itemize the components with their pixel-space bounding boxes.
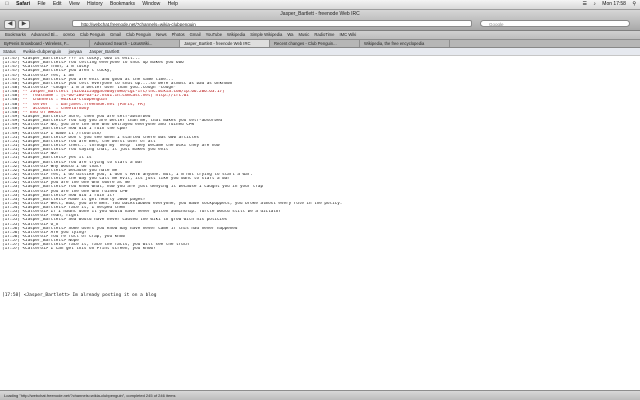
browser-tab[interactable]: Recent changes - Club Penguin... [270,40,360,47]
forward-button[interactable]: ▶ [18,20,30,29]
irc-window-tabs: Status #wikia-clubpenguin joeyaa Jasper_… [0,48,640,56]
bookmark-item[interactable]: Advanced Bl... [31,31,58,39]
bookmarks-bar: Bookmarks Advanced Bl... ooVoo Club Penguin… [0,31,640,40]
chat-input-line[interactable]: [17:58] <Jasper_Bartlett> Im already pos… [2,293,156,298]
address-bar[interactable]: http://webchat.freenode.net/?channels=wi… [72,20,472,27]
browser-tab[interactable]: Jasper_Bartlett - freenode Web IRC [180,40,270,47]
bookmark-item[interactable]: ooVoo [63,31,75,39]
title-bar: Jasper_Bartlett - freenode Web IRC ◀ ▶ ht… [0,10,640,31]
input-timestamp: 17:58 [4,293,19,298]
browser-tab[interactable]: ByPenis Snowboard - Wireless, F... [0,40,90,47]
irc-client: Status #wikia-clubpenguin joeyaa Jasper_… [0,48,640,389]
chat-log: [17:47] <Jasper_Bartlett> ??? is lucky, … [0,56,640,294]
volume-icon[interactable]: ♪ [593,0,596,9]
bookmark-item[interactable]: Photos [172,31,185,39]
bookmark-item[interactable]: YouTube [206,31,222,39]
irc-tab-query-joeyaa[interactable]: joeyaa [69,49,82,54]
menu-window[interactable]: Window [142,0,160,9]
apple-menu-icon[interactable]:  [5,0,9,9]
menu-view[interactable]: View [69,0,80,9]
status-bar: Loading "http://webchat.freenode.net/?ch… [0,390,640,400]
bookmark-item[interactable]: Bookmarks [5,31,26,39]
menu-edit[interactable]: Edit [53,0,62,9]
bookmark-item[interactable]: Club Penguin [80,31,105,39]
browser-tab[interactable]: Wikipedia, the free encyclopedia [360,40,450,47]
tab-bar: ByPenis Snowboard - Wireless, F... Advanc… [0,40,640,48]
bookmark-item[interactable]: Gmail [110,31,121,39]
wifi-icon[interactable]: ☰ [583,0,587,9]
menu-extras: ☰ ♪ Mon 17:58 ⚲ [578,0,636,9]
bookmark-item[interactable]: Club Penguin [126,31,151,39]
clock[interactable]: Mon 17:58 [602,0,626,9]
bookmark-item[interactable]: Gmail [190,31,201,39]
bookmark-item[interactable]: Wa [287,31,293,39]
chat-timestamp: 17:57 [4,247,18,252]
input-text: <Jasper_Bartlett> Im already posting it … [23,293,157,298]
bookmark-item[interactable]: Simple Wikipedia [250,31,282,39]
irc-tab-status[interactable]: Status [3,49,16,54]
irc-tab-query-jasper[interactable]: Jasper_Bartlett [89,49,119,54]
search-field[interactable]: Google [480,20,630,27]
browser-tab[interactable]: Advanced Search - LotusWiki... [90,40,180,47]
menu-safari[interactable]: Safari [16,0,30,9]
bookmark-item[interactable]: News [156,31,166,39]
menu-bookmarks[interactable]: Bookmarks [110,0,135,9]
back-button[interactable]: ◀ [4,20,16,29]
nav-buttons: ◀ ▶ [4,20,32,29]
spotlight-icon[interactable]: ⚲ [632,0,636,9]
bookmark-item[interactable]: Music [298,31,309,39]
browser-window: Jasper_Bartlett - freenode Web IRC ◀ ▶ ht… [0,10,640,400]
menu-bar:  Safari File Edit View History Bookmark… [0,0,640,10]
irc-tab-channel[interactable]: #wikia-clubpenguin [23,49,61,54]
bookmark-item[interactable]: Wikipedia [227,31,245,39]
menu-file[interactable]: File [37,0,45,9]
chat-message: <Calteroi> I can get this on Print scree… [22,247,156,252]
bookmark-item[interactable]: IMC Wiki [340,31,357,39]
chat-line: [17:57] <Calteroi> I can get this on Pri… [2,247,156,252]
menu-history[interactable]: History [87,0,103,9]
window-title: Jasper_Bartlett - freenode Web IRC [280,11,360,17]
menu-help[interactable]: Help [168,0,178,9]
bookmark-item[interactable]: RadioTime [314,31,334,39]
